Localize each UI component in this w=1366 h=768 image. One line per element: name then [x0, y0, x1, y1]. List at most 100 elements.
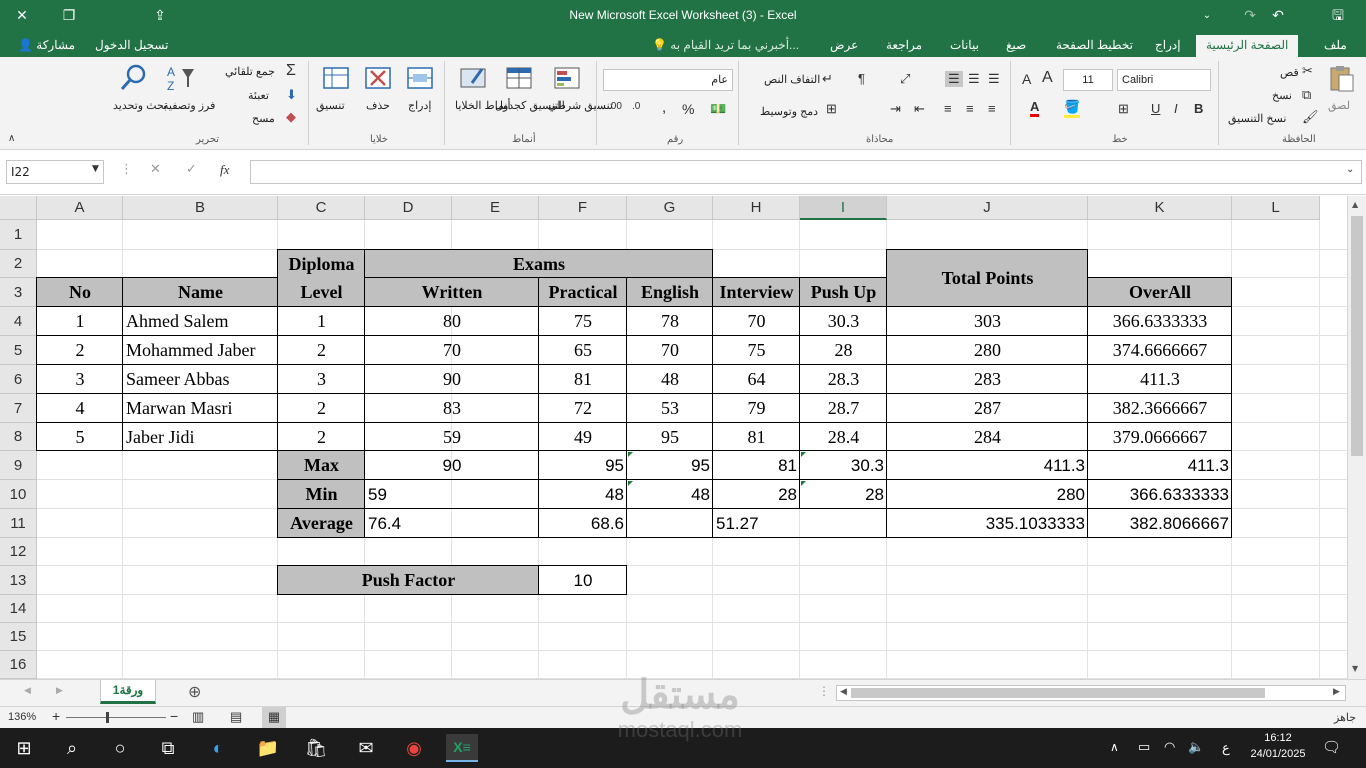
insert-button[interactable]: إدراج — [408, 99, 431, 112]
tab-page-layout[interactable]: تخطيط الصفحة — [1056, 36, 1133, 57]
row-header-15[interactable]: 15 — [0, 623, 37, 651]
sign-in-link[interactable]: تسجيل الدخول — [95, 36, 168, 57]
save-icon[interactable]: 🖫 — [1326, 5, 1350, 27]
find-select-button[interactable]: بحث وتحديد — [113, 99, 167, 113]
clear-icon[interactable]: ◆ — [286, 109, 296, 125]
page-break-view-icon[interactable]: ▥ — [192, 709, 204, 725]
column-header-f[interactable]: F — [539, 196, 627, 220]
cut-icon[interactable]: ✂ — [1302, 63, 1313, 79]
paste-icon[interactable] — [1326, 63, 1356, 93]
horizontal-scroll-thumb[interactable] — [851, 688, 1265, 698]
scroll-down-icon[interactable]: ▼ — [1352, 664, 1358, 673]
store-icon[interactable]: 🛍 — [300, 734, 332, 762]
sort-filter-icon[interactable]: AZ — [166, 63, 196, 93]
italic-icon[interactable]: I — [1174, 101, 1178, 116]
share-button[interactable]: 👤 مشاركة — [18, 36, 75, 57]
restore-icon[interactable]: ❐ — [57, 5, 81, 27]
error-indicator-icon[interactable] — [801, 481, 806, 486]
orientation-icon[interactable]: ⤢ — [900, 71, 910, 87]
tab-home[interactable]: الصفحة الرئيسية — [1196, 35, 1299, 57]
merge-center-button[interactable]: دمج وتوسيط — [760, 105, 818, 118]
align-center-icon[interactable]: ≡ — [966, 101, 974, 116]
collapse-ribbon-icon[interactable]: ∧ — [8, 133, 15, 144]
name-box-dropdown-icon[interactable]: ▼ — [92, 164, 99, 174]
normal-view-icon[interactable]: ▦ — [262, 707, 286, 728]
page-layout-view-icon[interactable]: ▤ — [230, 709, 242, 725]
tab-file[interactable]: ملف — [1324, 36, 1347, 57]
format-painter-icon[interactable]: 🖌 — [1302, 109, 1319, 125]
column-header-g[interactable]: G — [627, 196, 713, 220]
tell-me-box[interactable]: 💡 أخبرني بما تريد القيام به... — [652, 36, 799, 57]
row-header-10[interactable]: 10 — [0, 480, 37, 509]
tab-insert[interactable]: إدراج — [1155, 36, 1181, 57]
horizontal-scrollbar[interactable]: ◀ ▶ — [836, 685, 1346, 701]
wifi-icon[interactable]: ◠ — [1164, 739, 1175, 755]
row-header-11[interactable]: 11 — [0, 509, 37, 538]
borders-icon[interactable]: ⊞ — [1118, 101, 1129, 117]
column-header-e[interactable]: E — [452, 196, 539, 220]
task-view-icon[interactable]: ⧉ — [152, 734, 184, 762]
volume-icon[interactable]: 🔈 — [1188, 739, 1204, 755]
align-top-icon[interactable]: ☰ — [988, 71, 1000, 87]
zoom-in-icon[interactable]: + — [52, 708, 60, 724]
row-header-4[interactable]: 4 — [0, 307, 37, 336]
column-header-c[interactable]: C — [278, 196, 365, 220]
number-format-dropdown[interactable]: عام — [603, 69, 733, 91]
tab-review[interactable]: مراجعة — [886, 36, 922, 57]
search-icon[interactable]: ⌕ — [56, 734, 88, 762]
ribbon-display-icon[interactable]: ⇪ — [148, 5, 172, 27]
tray-overflow-icon[interactable]: ∧ — [1110, 740, 1119, 754]
format-button[interactable]: تنسيق — [316, 99, 345, 112]
column-header-h[interactable]: H — [713, 196, 800, 220]
tab-split-handle-icon[interactable]: ⋮ — [818, 684, 830, 698]
column-header-b[interactable]: B — [123, 196, 278, 220]
excel-taskbar-icon[interactable]: X≡ — [446, 734, 478, 762]
delete-cells-icon[interactable] — [363, 63, 393, 93]
copy-button[interactable]: نسخ — [1272, 89, 1292, 102]
file-explorer-icon[interactable]: 📁 — [252, 734, 284, 762]
close-icon[interactable]: ✕ — [10, 5, 34, 27]
align-right-icon[interactable]: ≡ — [944, 101, 952, 116]
paste-button[interactable]: لصق — [1328, 99, 1350, 112]
cortana-icon[interactable]: ○ — [104, 734, 136, 762]
undo-dropdown-icon[interactable] — [1283, 5, 1307, 27]
zoom-out-icon[interactable]: − — [170, 708, 178, 724]
font-size-dropdown[interactable]: 11 — [1063, 69, 1113, 91]
scroll-up-icon[interactable]: ▲ — [1352, 200, 1358, 209]
increase-decimal-icon[interactable]: .0 — [632, 101, 640, 112]
find-icon[interactable] — [118, 63, 148, 93]
column-header-l[interactable]: L — [1232, 196, 1320, 220]
zoom-slider[interactable] — [66, 717, 166, 718]
text-direction-icon[interactable]: ¶ — [858, 71, 865, 86]
cancel-entry-icon[interactable]: ✕ — [150, 162, 161, 177]
underline-icon[interactable]: U — [1151, 101, 1160, 116]
row-header-16[interactable]: 16 — [0, 651, 37, 679]
clock-time[interactable]: 16:12 — [1246, 732, 1310, 744]
font-color-icon[interactable]: A — [1030, 99, 1040, 117]
error-indicator-icon[interactable] — [628, 481, 633, 486]
vertical-scroll-thumb[interactable] — [1351, 216, 1363, 456]
cut-button[interactable]: قص — [1280, 66, 1299, 79]
row-header-8[interactable]: 8 — [0, 423, 37, 451]
zoom-slider-thumb[interactable] — [106, 712, 109, 723]
format-as-table-icon[interactable] — [504, 63, 534, 93]
align-left-icon[interactable]: ≡ — [988, 101, 996, 116]
wrap-text-icon[interactable]: ↵ — [822, 71, 833, 87]
formula-input[interactable] — [250, 160, 1362, 184]
tab-formulas[interactable]: صيغ — [1006, 36, 1026, 57]
worksheet-grid[interactable]: ABCDEFGHIJKL 1 2 3 4 5 6 7 8 9 10 11 12 13 14 15 16 Dip… — [0, 196, 1366, 679]
accounting-format-icon[interactable]: 💵 — [710, 101, 726, 117]
expand-formula-bar-icon[interactable]: ⌄ — [1346, 164, 1354, 175]
row-header-2[interactable]: 2 — [0, 250, 37, 278]
merge-center-icon[interactable]: ⊞ — [826, 101, 837, 117]
conditional-formatting-icon[interactable] — [552, 63, 582, 93]
customize-qat-icon[interactable]: ⌄ — [1195, 5, 1219, 27]
increase-font-icon[interactable]: A — [1042, 69, 1053, 87]
format-as-table-button[interactable]: التنسيق كجدول — [495, 99, 565, 113]
error-indicator-icon[interactable] — [628, 452, 633, 457]
comma-style-icon[interactable]: , — [662, 99, 666, 116]
copy-icon[interactable]: ⧉ — [1302, 87, 1311, 103]
decrease-font-icon[interactable]: A — [1022, 71, 1031, 87]
scroll-sheets-right-icon[interactable]: ▶ — [56, 686, 63, 696]
notifications-icon[interactable]: 🗨 — [1322, 738, 1341, 756]
